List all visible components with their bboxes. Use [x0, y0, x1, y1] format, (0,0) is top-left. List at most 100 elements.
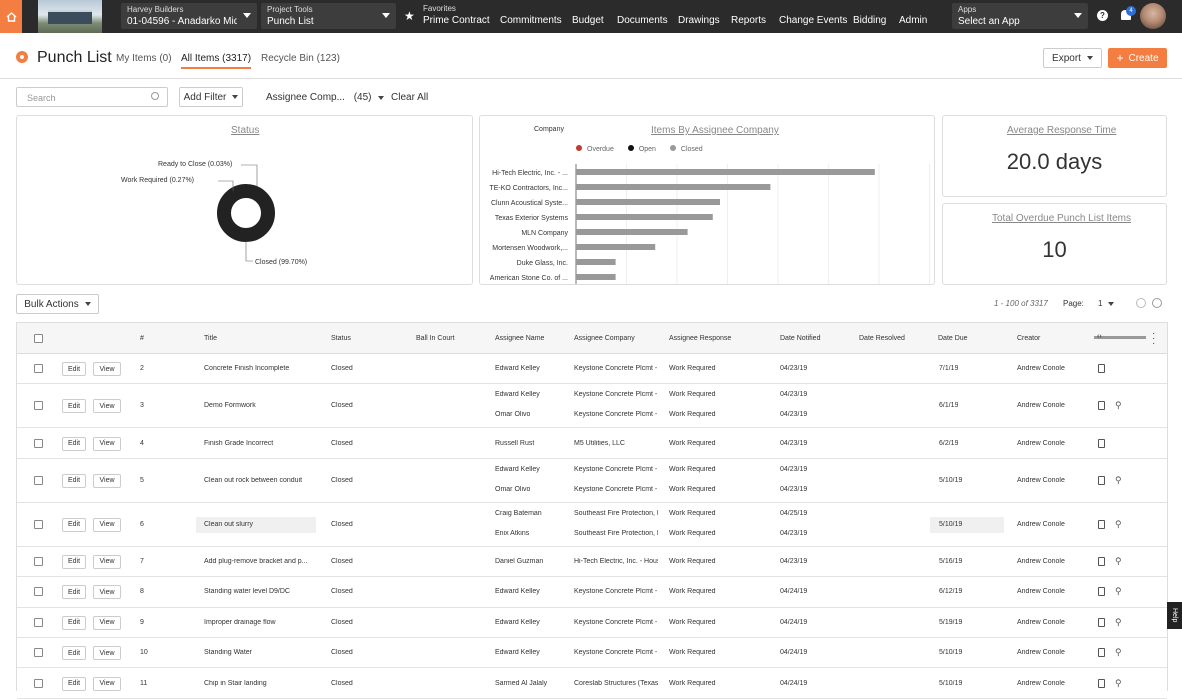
column-menu-icon[interactable]: · · ·	[1152, 329, 1155, 349]
company-bar[interactable]	[576, 274, 616, 280]
select-all-checkbox[interactable]	[34, 334, 43, 343]
tab-recycle-bin[interactable]: Recycle Bin (123)	[261, 53, 340, 64]
header-assignee-name[interactable]: Assignee Name	[495, 335, 544, 342]
view-button[interactable]: View	[93, 473, 121, 488]
paperclip-icon[interactable]: ⚲	[1115, 400, 1122, 411]
tab-my-items[interactable]: My Items (0)	[116, 53, 172, 64]
edit-button[interactable]: Edit	[62, 436, 86, 451]
project-tools-selector[interactable]: Project Tools Punch List	[261, 3, 396, 29]
view-button[interactable]: View	[93, 554, 121, 569]
company-bar[interactable]	[576, 169, 875, 175]
view-button[interactable]: View	[93, 399, 121, 414]
table-row[interactable]: Edit View 10 Standing Water Closed Edward Kel…	[17, 638, 1167, 669]
nav-admin[interactable]: Admin	[899, 15, 927, 26]
item-title[interactable]: Clean out rock between conduit	[204, 477, 308, 484]
document-icon[interactable]	[1098, 617, 1105, 627]
table-row[interactable]: Edit View 9 Improper drainage flow Closed Edw…	[17, 608, 1167, 638]
row-checkbox[interactable]	[34, 587, 43, 597]
document-icon[interactable]	[1098, 364, 1105, 374]
document-icon[interactable]	[1098, 438, 1105, 448]
row-checkbox[interactable]	[34, 519, 43, 529]
export-button[interactable]: Export	[1043, 48, 1102, 68]
view-button[interactable]: View	[93, 362, 121, 377]
header-date-notified[interactable]: Date Notified	[780, 335, 820, 342]
table-row[interactable]: Edit View 3 Demo Formwork Closed Edward Kelle…	[17, 384, 1167, 429]
company-bar[interactable]	[576, 184, 771, 190]
favorites-menu[interactable]: Favorites Prime Contract	[423, 4, 490, 28]
document-icon[interactable]	[1098, 475, 1105, 485]
item-title[interactable]: Concrete Finish Incomplete	[204, 365, 308, 372]
document-icon[interactable]	[1098, 678, 1105, 688]
view-button[interactable]: View	[93, 615, 121, 630]
table-row[interactable]: Edit View 4 Finish Grade Incorrect Closed Rus…	[17, 428, 1167, 459]
header-date-resolved[interactable]: Date Resolved	[859, 335, 905, 342]
help-tab[interactable]: Help	[1167, 602, 1182, 629]
row-checkbox[interactable]	[34, 364, 43, 374]
row-checkbox[interactable]	[34, 678, 43, 688]
tab-all-items[interactable]: All Items (3317)	[181, 53, 252, 69]
item-title[interactable]: Chip in Stair landing	[204, 680, 308, 687]
edit-button[interactable]: Edit	[62, 585, 86, 600]
item-title[interactable]: Clean out slurry	[204, 521, 308, 528]
assignee-company-filter[interactable]: Assignee Comp... (45)	[266, 92, 384, 103]
row-checkbox[interactable]	[34, 438, 43, 448]
nav-change-events[interactable]: Change Events	[779, 15, 847, 26]
view-button[interactable]: View	[93, 436, 121, 451]
table-row[interactable]: Edit View 8 Standing water level D9/DC Close…	[17, 577, 1167, 608]
project-selector[interactable]: Harvey Builders 01-04596 - Anadarko Mid.…	[121, 3, 257, 29]
paperclip-icon[interactable]: ⚲	[1115, 556, 1122, 567]
paperclip-icon[interactable]: ⚲	[1115, 678, 1122, 689]
paperclip-icon[interactable]: ⚲	[1115, 617, 1122, 628]
row-checkbox[interactable]	[34, 556, 43, 566]
edit-button[interactable]: Edit	[62, 676, 86, 691]
apps-selector[interactable]: Apps Select an App	[952, 3, 1088, 29]
header-ball-in-court[interactable]: Ball In Court	[416, 335, 455, 342]
nav-drawings[interactable]: Drawings	[678, 15, 720, 26]
row-checkbox[interactable]	[34, 617, 43, 627]
home-button[interactable]	[0, 0, 22, 33]
bulk-actions-button[interactable]: Bulk Actions	[16, 294, 99, 314]
nav-budget[interactable]: Budget	[572, 15, 604, 26]
header-number[interactable]: #	[140, 335, 144, 342]
paperclip-icon[interactable]: ⚲	[1115, 586, 1122, 597]
edit-button[interactable]: Edit	[62, 517, 86, 532]
item-title[interactable]: Standing water level D9/DC	[204, 588, 308, 595]
company-bar-chart[interactable]: Hi-Tech Electric, Inc. - ... TE-KO Contra…	[480, 116, 935, 285]
edit-button[interactable]: Edit	[62, 646, 86, 661]
avatar[interactable]	[1140, 3, 1166, 29]
search-input[interactable]: Search	[16, 87, 168, 107]
document-icon[interactable]	[1098, 556, 1105, 566]
clear-all-link[interactable]: Clear All	[391, 92, 428, 103]
average-response-title[interactable]: Average Response Time	[1007, 125, 1116, 136]
document-icon[interactable]	[1098, 648, 1105, 658]
view-button[interactable]: View	[93, 517, 121, 532]
document-icon[interactable]	[1098, 401, 1105, 411]
add-filter-button[interactable]: Add Filter	[179, 87, 243, 107]
next-page-icon[interactable]	[1152, 298, 1162, 308]
header-status[interactable]: Status	[331, 335, 351, 342]
header-creator[interactable]: Creator	[1017, 335, 1040, 342]
edit-button[interactable]: Edit	[62, 554, 86, 569]
company-bar[interactable]	[576, 199, 720, 205]
view-button[interactable]: View	[93, 646, 121, 661]
document-icon[interactable]	[1098, 519, 1105, 529]
item-title[interactable]: Standing Water	[204, 649, 308, 656]
help-icon[interactable]: ?	[1097, 10, 1108, 21]
row-checkbox[interactable]	[34, 648, 43, 658]
paperclip-icon[interactable]: ⚲	[1115, 647, 1122, 658]
paperclip-icon[interactable]: ⚲	[1115, 475, 1122, 486]
table-row[interactable]: Edit View 7 Add plug-remove bracket and p..…	[17, 547, 1167, 578]
table-row[interactable]: Edit View 6 Clean out slurry Closed Craig Bat…	[17, 503, 1167, 547]
table-row[interactable]: Edit View 2 Concrete Finish Incomplete Close…	[17, 354, 1167, 385]
item-title[interactable]: Demo Formwork	[204, 402, 308, 409]
table-row[interactable]: Edit View 11 Chip in Stair landing Closed Sar…	[17, 668, 1167, 699]
item-title[interactable]: Improper drainage flow	[204, 619, 308, 626]
create-button[interactable]: + Create	[1108, 48, 1167, 68]
table-row[interactable]: Edit View 5 Clean out rock between conduit C…	[17, 459, 1167, 503]
expand-icon[interactable]: ‹›	[1097, 333, 1102, 340]
star-icon[interactable]: ★	[404, 9, 415, 23]
edit-button[interactable]: Edit	[62, 362, 86, 377]
overdue-items-title[interactable]: Total Overdue Punch List Items	[992, 213, 1131, 224]
edit-button[interactable]: Edit	[62, 399, 86, 414]
view-button[interactable]: View	[93, 676, 121, 691]
